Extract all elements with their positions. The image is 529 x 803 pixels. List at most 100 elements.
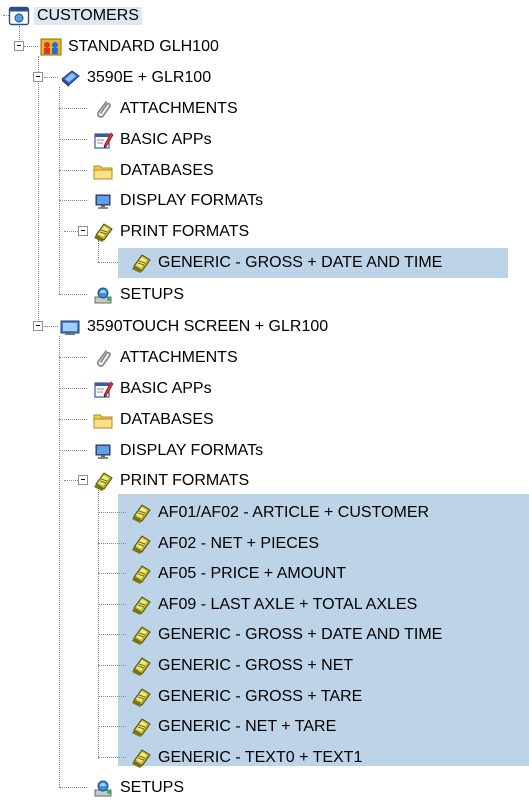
tree-connector	[59, 108, 87, 109]
tree-connector	[44, 77, 58, 78]
folder-icon	[92, 160, 114, 182]
tree-node-label: BASIC APPs	[120, 379, 212, 397]
paperclip-icon	[92, 98, 114, 120]
tree-node-basic-apps[interactable]: BASIC APPs	[92, 124, 212, 155]
tree-node-print-item[interactable]: AF05 - PRICE + AMOUNT	[130, 558, 346, 589]
tree-node-print-item[interactable]: GENERIC - GROSS + TARE	[130, 681, 362, 712]
tree-connector	[59, 357, 87, 358]
tree-node-label: DISPLAY FORMATs	[120, 191, 264, 209]
tree-node-label: SETUPS	[120, 285, 185, 303]
tree-connector	[98, 665, 126, 666]
print-format-icon	[130, 594, 152, 616]
tree-node-print-item[interactable]: GENERIC - TEXT0 + TEXT1	[130, 742, 362, 773]
tree-node-label: 3590E + GLR100	[87, 68, 212, 86]
tree-node-display-formats[interactable]: DISPLAY FORMATs	[92, 435, 263, 466]
tree-node-label: GENERIC - GROSS + DATE AND TIME	[158, 625, 443, 643]
tree-connector	[59, 294, 87, 295]
tree-node-standard-glh100[interactable]: STANDARD GLH100	[40, 31, 219, 62]
tree-node-label: AF09 - LAST AXLE + TOTAL AXLES	[158, 595, 418, 613]
print-format-icon	[130, 533, 152, 555]
tree-node-label: BASIC APPs	[120, 130, 212, 148]
tree-node-device-3590e[interactable]: 3590E + GLR100	[59, 62, 211, 93]
tree-node-label: GENERIC - GROSS + DATE AND TIME	[158, 253, 443, 271]
tree-node-print-item[interactable]: GENERIC - GROSS + NET	[130, 650, 353, 681]
tree-node-label: AF01/AF02 - ARTICLE + CUSTOMER	[158, 503, 430, 521]
tree-node-print-item[interactable]: AF01/AF02 - ARTICLE + CUSTOMER	[130, 497, 429, 528]
tree-connector	[59, 388, 87, 389]
tree-node-customers[interactable]: CUSTOMERS	[8, 0, 142, 31]
tree-node-databases[interactable]: DATABASES	[92, 404, 214, 435]
tree-node-label: SETUPS	[120, 778, 185, 796]
basic-app-icon	[92, 129, 114, 151]
tree-node-setups[interactable]: SETUPS	[92, 772, 184, 803]
tree-line-device1	[59, 87, 60, 294]
monitor-icon	[92, 190, 114, 212]
tree-node-print-formats[interactable]: PRINT FORMATS	[92, 465, 249, 496]
tree-node-print-item[interactable]: AF02 - NET + PIECES	[130, 528, 319, 559]
paperclip-icon	[92, 347, 114, 369]
tree-node-label: PRINT FORMATS	[120, 222, 250, 240]
print-format-icon	[130, 563, 152, 585]
tree-connector	[64, 480, 78, 481]
tree-node-display-formats[interactable]: DISPLAY FORMATs	[92, 185, 263, 216]
tree-connector	[98, 696, 126, 697]
tree-connector	[98, 757, 126, 758]
tree-connector	[64, 231, 78, 232]
tree-node-attachments[interactable]: ATTACHMENTS	[92, 342, 238, 373]
tree-node-label: ATTACHMENTS	[120, 99, 238, 117]
tree-node-print-formats[interactable]: PRINT FORMATS	[92, 216, 249, 247]
print-format-icon	[130, 502, 152, 524]
touchscreen-device-icon	[59, 316, 81, 338]
tree-connector	[98, 604, 126, 605]
tree-node-label: 3590TOUCH SCREEN + GLR100	[87, 317, 329, 335]
tree-connector	[59, 450, 87, 451]
tree-connector	[59, 170, 87, 171]
tree-connector	[24, 46, 38, 47]
monitor-icon	[92, 440, 114, 462]
tree-line-print2	[98, 490, 99, 759]
tree-node-label: GENERIC - GROSS + TARE	[158, 687, 363, 705]
print-format-icon	[130, 624, 152, 646]
tree-node-attachments[interactable]: ATTACHMENTS	[92, 93, 238, 124]
print-format-icon	[130, 716, 152, 738]
tree-line-device2	[59, 336, 60, 787]
tree-node-label: PRINT FORMATS	[120, 471, 250, 489]
tree-node-label: CUSTOMERS	[34, 6, 142, 25]
tree-node-label: AF05 - PRICE + AMOUNT	[158, 564, 347, 582]
terminal-device-icon	[59, 67, 81, 89]
tree-node-device-3590touch[interactable]: 3590TOUCH SCREEN + GLR100	[59, 311, 328, 342]
tree-node-databases[interactable]: DATABASES	[92, 155, 214, 186]
print-format-icon	[130, 252, 152, 274]
collapse-toggle-customer[interactable]	[14, 41, 24, 51]
tree-node-print-item[interactable]: GENERIC - NET + TARE	[130, 711, 336, 742]
collapse-toggle-device2[interactable]	[33, 321, 43, 331]
setup-icon	[92, 777, 114, 799]
tree-node-label: AF02 - NET + PIECES	[158, 534, 320, 552]
tree-node-label: GENERIC - GROSS + NET	[158, 656, 354, 674]
setup-icon	[92, 284, 114, 306]
print-format-icon	[92, 221, 114, 243]
collapse-toggle-device1[interactable]	[33, 72, 43, 82]
tree-node-basic-apps[interactable]: BASIC APPs	[92, 373, 212, 404]
tree-node-print-item[interactable]: GENERIC - GROSS + DATE AND TIME	[130, 247, 442, 278]
tree-node-print-item[interactable]: AF09 - LAST AXLE + TOTAL AXLES	[130, 589, 417, 620]
print-format-icon	[130, 747, 152, 769]
tree-node-label: DATABASES	[120, 161, 214, 179]
tree-connector	[59, 200, 87, 201]
tree-line-level2	[38, 56, 39, 326]
print-format-icon	[92, 470, 114, 492]
folder-icon	[92, 409, 114, 431]
tree-node-label: STANDARD GLH100	[68, 37, 219, 55]
tree-node-label: DATABASES	[120, 410, 214, 428]
customer-tree-view[interactable]: CUSTOMERS STANDARD GLH100 3590E + GLR100…	[0, 0, 529, 803]
basic-app-icon	[92, 378, 114, 400]
print-format-icon	[130, 655, 152, 677]
tree-node-setups[interactable]: SETUPS	[92, 279, 184, 310]
collapse-toggle-print-formats-2[interactable]	[78, 475, 88, 485]
collapse-toggle-print-formats-1[interactable]	[78, 226, 88, 236]
tree-connector	[98, 634, 126, 635]
tree-node-label: DISPLAY FORMATs	[120, 441, 264, 459]
tree-connector	[59, 787, 87, 788]
tree-connector	[98, 512, 126, 513]
tree-node-print-item[interactable]: GENERIC - GROSS + DATE AND TIME	[130, 619, 442, 650]
